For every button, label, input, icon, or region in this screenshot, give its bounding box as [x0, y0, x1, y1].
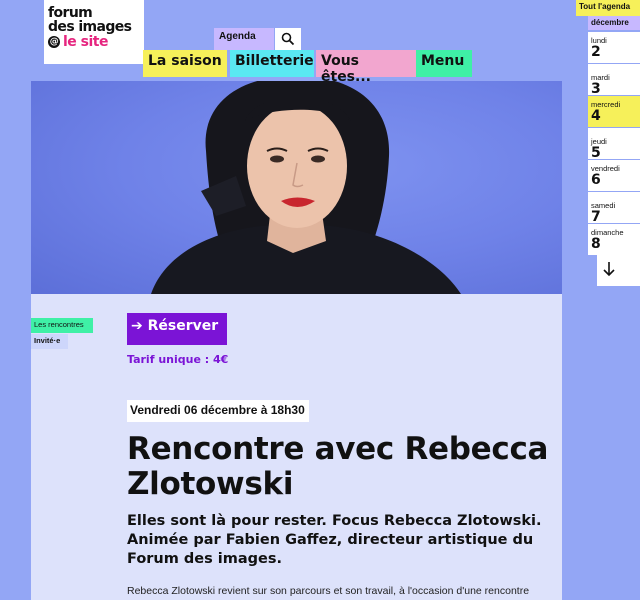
day-number: 3 [591, 81, 601, 97]
day-number: 4 [591, 108, 601, 124]
at-icon: @ [48, 36, 60, 48]
event-description: Rebecca Zlotowski revient sur son parcou… [127, 585, 530, 597]
agenda-link[interactable]: Agenda [214, 28, 274, 50]
calendar-day[interactable]: mardi 3 [588, 64, 640, 97]
logo-line-forum: forum [48, 5, 93, 21]
reserve-button[interactable]: ➔ Réserver [127, 313, 227, 345]
guest-tag[interactable]: Invité·e [31, 334, 68, 349]
logo-le-site-text: le site [63, 34, 109, 50]
calendar-day[interactable]: vendredi 6 [588, 160, 640, 191]
calendar-day[interactable]: dimanche 8 [588, 224, 640, 255]
calendar-day[interactable]: jeudi 5 [588, 128, 640, 161]
arrow-down-icon [603, 262, 615, 277]
day-number: 8 [591, 236, 601, 252]
nav-la-saison[interactable]: La saison [143, 50, 227, 77]
day-number: 6 [591, 172, 601, 188]
calendar-next-button[interactable] [597, 254, 640, 286]
nav-menu[interactable]: Menu [416, 50, 472, 77]
event-date: Vendredi 06 décembre à 18h30 [127, 400, 309, 422]
price-label: Tarif unique : 4€ [127, 353, 229, 366]
calendar-day[interactable]: samedi 7 [588, 192, 640, 225]
nav-vous-etes[interactable]: Vous êtes... [316, 50, 416, 85]
calendar-day[interactable]: lundi 2 [588, 32, 640, 63]
site-logo[interactable]: forum des images @ le site [44, 0, 144, 64]
logo-line-le-site: @ le site [48, 34, 138, 50]
category-tag[interactable]: Les rencontres [31, 318, 93, 333]
calendar-days: lundi 2 mardi 3 mercredi 4 jeudi 5 vendr… [588, 32, 640, 256]
event-title: Rencontre avec Rebecca Zlotowski [127, 431, 549, 502]
day-number: 7 [591, 209, 601, 225]
day-number: 2 [591, 44, 601, 60]
event-subtitle: Elles sont là pour rester. Focus Rebecca… [127, 513, 542, 567]
calendar-day-selected[interactable]: mercredi 4 [588, 96, 640, 127]
day-number: 5 [591, 145, 601, 161]
search-button[interactable] [275, 28, 301, 50]
search-icon [281, 32, 295, 46]
event-hero-image [31, 81, 562, 294]
portrait-illustration [151, 81, 461, 294]
calendar-month: décembre [588, 16, 640, 30]
all-agenda-link[interactable]: Tout l'agenda [576, 0, 640, 16]
nav-billetterie[interactable]: Billetterie [230, 50, 314, 77]
logo-line-des-images: des images [48, 19, 132, 35]
